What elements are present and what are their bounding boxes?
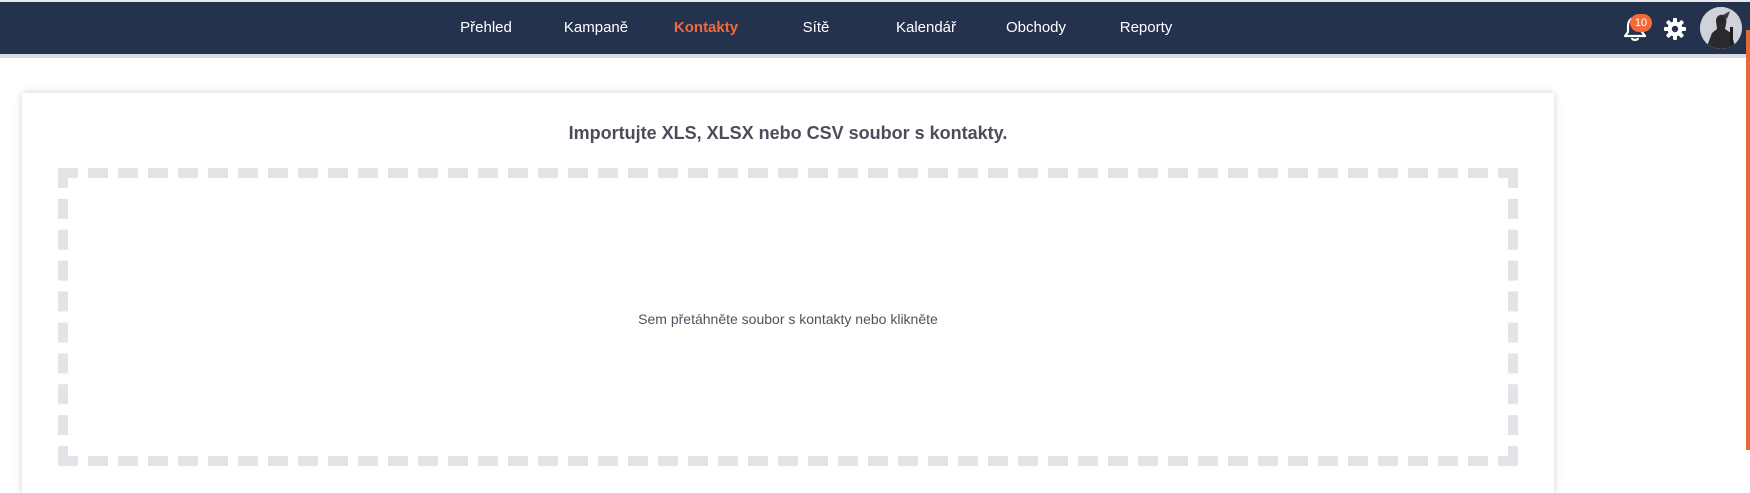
import-card: Importujte XLS, XLSX nebo CSV soubor s k…: [22, 93, 1554, 493]
nav-item-kontakty[interactable]: Kontakty: [674, 2, 738, 54]
nav-item-obchody[interactable]: Obchody: [1006, 2, 1066, 54]
gear-icon[interactable]: [1663, 17, 1687, 41]
import-title: Importujte XLS, XLSX nebo CSV soubor s k…: [568, 123, 1008, 143]
main-nav: Přehled Kampaně Kontakty Sítě Kalendář O…: [0, 2, 1750, 54]
notification-count-badge: 10: [1630, 14, 1652, 32]
nav-item-kalendar[interactable]: Kalendář: [896, 2, 956, 54]
topbar-divider: [0, 54, 1750, 58]
nav-item-kampane[interactable]: Kampaně: [564, 2, 628, 54]
top-navigation-bar: Přehled Kampaně Kontakty Sítě Kalendář O…: [0, 0, 1750, 54]
nav-item-site[interactable]: Sítě: [803, 2, 830, 54]
scrollbar[interactable]: [1746, 30, 1750, 450]
user-avatar[interactable]: [1700, 7, 1742, 49]
nav-item-reporty[interactable]: Reporty: [1120, 2, 1173, 54]
nav-item-prehled[interactable]: Přehled: [460, 2, 512, 54]
dropzone-instructions: Sem přetáhněte soubor s kontakty nebo kl…: [638, 311, 938, 327]
file-dropzone[interactable]: Sem přetáhněte soubor s kontakty nebo kl…: [58, 168, 1518, 466]
